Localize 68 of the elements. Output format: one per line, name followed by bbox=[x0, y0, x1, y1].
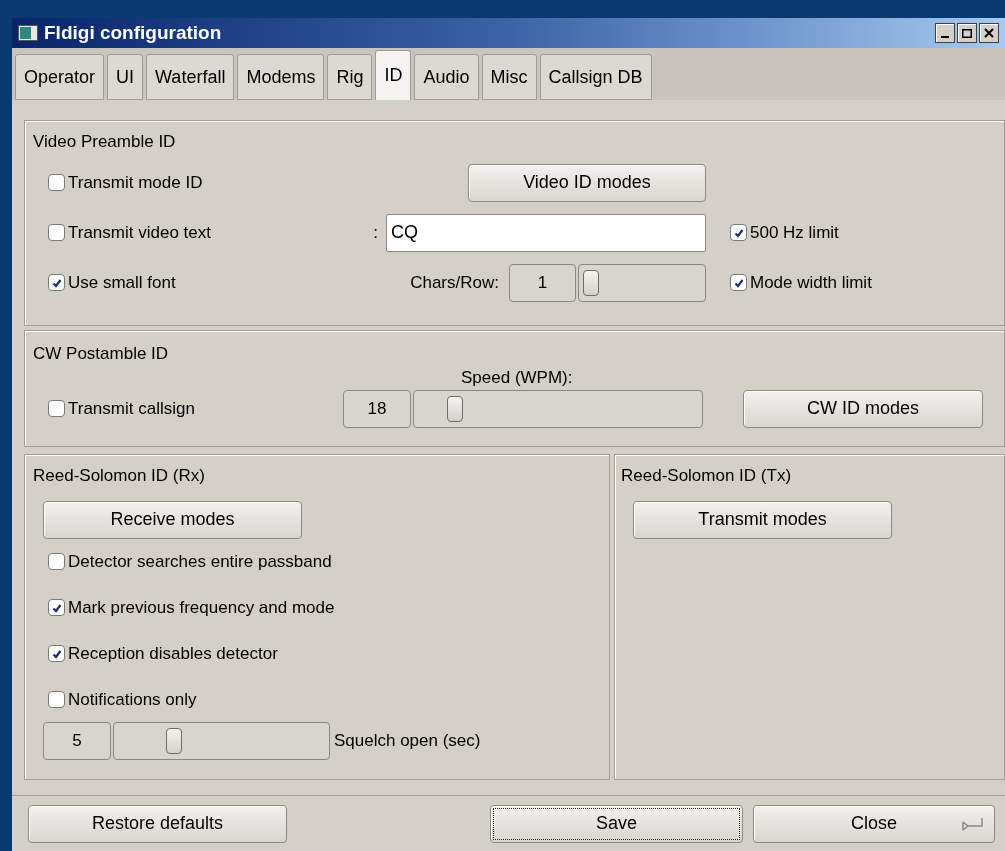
tab[interactable]: Callsign DB bbox=[539, 54, 652, 100]
text-field[interactable]: CQ bbox=[386, 213, 706, 252]
field-label: Speed (WPM): bbox=[461, 367, 573, 388]
close-button[interactable] bbox=[979, 23, 999, 43]
checkmark-icon bbox=[50, 276, 63, 289]
checkbox-label: Detector searches entire passband bbox=[68, 550, 332, 573]
checkmark-icon bbox=[50, 601, 63, 614]
checkbox[interactable] bbox=[48, 400, 65, 417]
button[interactable]: Save bbox=[490, 804, 743, 843]
checkmark-icon bbox=[732, 226, 745, 239]
slider[interactable] bbox=[113, 721, 330, 760]
button[interactable]: Transmit modes bbox=[633, 500, 892, 539]
checkbox[interactable] bbox=[730, 224, 747, 241]
checkbox-label: Mode width limit bbox=[750, 271, 872, 294]
button[interactable]: Close bbox=[753, 804, 995, 843]
button[interactable]: Restore defaults bbox=[28, 804, 287, 843]
tab[interactable]: Waterfall bbox=[146, 54, 235, 100]
tab[interactable]: ID bbox=[375, 50, 412, 100]
maximize-icon bbox=[962, 28, 972, 38]
tab[interactable]: UI bbox=[107, 54, 144, 100]
slider-thumb[interactable] bbox=[165, 727, 182, 754]
checkbox-label: Transmit callsign bbox=[68, 397, 195, 420]
enter-icon bbox=[960, 815, 984, 834]
button[interactable]: Receive modes bbox=[43, 500, 302, 539]
tab[interactable]: Audio bbox=[414, 54, 479, 100]
tab[interactable]: Misc bbox=[481, 54, 537, 100]
minimize-button[interactable] bbox=[935, 23, 955, 43]
checkbox[interactable] bbox=[48, 645, 65, 662]
slider[interactable] bbox=[413, 389, 703, 428]
group-title: CW Postamble ID bbox=[33, 343, 170, 365]
button[interactable]: CW ID modes bbox=[743, 389, 983, 428]
window-title: Fldigi configuration bbox=[44, 20, 223, 45]
separator-label: : bbox=[373, 221, 378, 244]
value-box: 1 bbox=[509, 263, 576, 302]
app-icon bbox=[18, 25, 38, 41]
tab[interactable]: Rig bbox=[327, 54, 373, 100]
value-box: 18 bbox=[343, 389, 411, 428]
close-icon bbox=[984, 28, 994, 38]
group-title: Video Preamble ID bbox=[33, 131, 177, 153]
field-label: Chars/Row: bbox=[410, 271, 499, 294]
group-title: Reed-Solomon ID (Tx) bbox=[621, 465, 793, 487]
maximize-button[interactable] bbox=[957, 23, 977, 43]
checkbox[interactable] bbox=[48, 691, 65, 708]
checkbox[interactable] bbox=[48, 174, 65, 191]
minimize-icon bbox=[941, 36, 949, 38]
slider-thumb[interactable] bbox=[583, 269, 600, 296]
checkbox[interactable] bbox=[48, 274, 65, 291]
slider[interactable] bbox=[578, 263, 706, 302]
checkbox-label: Mark previous frequency and mode bbox=[68, 596, 335, 619]
checkbox-label: Transmit mode ID bbox=[68, 171, 203, 194]
slider-thumb[interactable] bbox=[446, 395, 463, 422]
field-label: Squelch open (sec) bbox=[334, 729, 481, 752]
checkbox-label: Transmit video text bbox=[68, 221, 211, 244]
tab[interactable]: Modems bbox=[237, 54, 325, 100]
checkbox[interactable] bbox=[48, 224, 65, 241]
checkbox[interactable] bbox=[730, 274, 747, 291]
checkbox-label: Reception disables detector bbox=[68, 642, 278, 665]
checkbox-label: 500 Hz limit bbox=[750, 221, 839, 244]
button[interactable]: Video ID modes bbox=[468, 163, 706, 202]
checkmark-icon bbox=[50, 647, 63, 660]
value-box: 5 bbox=[43, 721, 111, 760]
checkbox[interactable] bbox=[48, 599, 65, 616]
tab[interactable]: Operator bbox=[15, 54, 105, 100]
group-title: Reed-Solomon ID (Rx) bbox=[33, 465, 206, 487]
checkbox-label: Notifications only bbox=[68, 688, 197, 711]
checkmark-icon bbox=[732, 276, 745, 289]
checkbox[interactable] bbox=[48, 553, 65, 570]
checkbox-label: Use small font bbox=[68, 271, 176, 294]
